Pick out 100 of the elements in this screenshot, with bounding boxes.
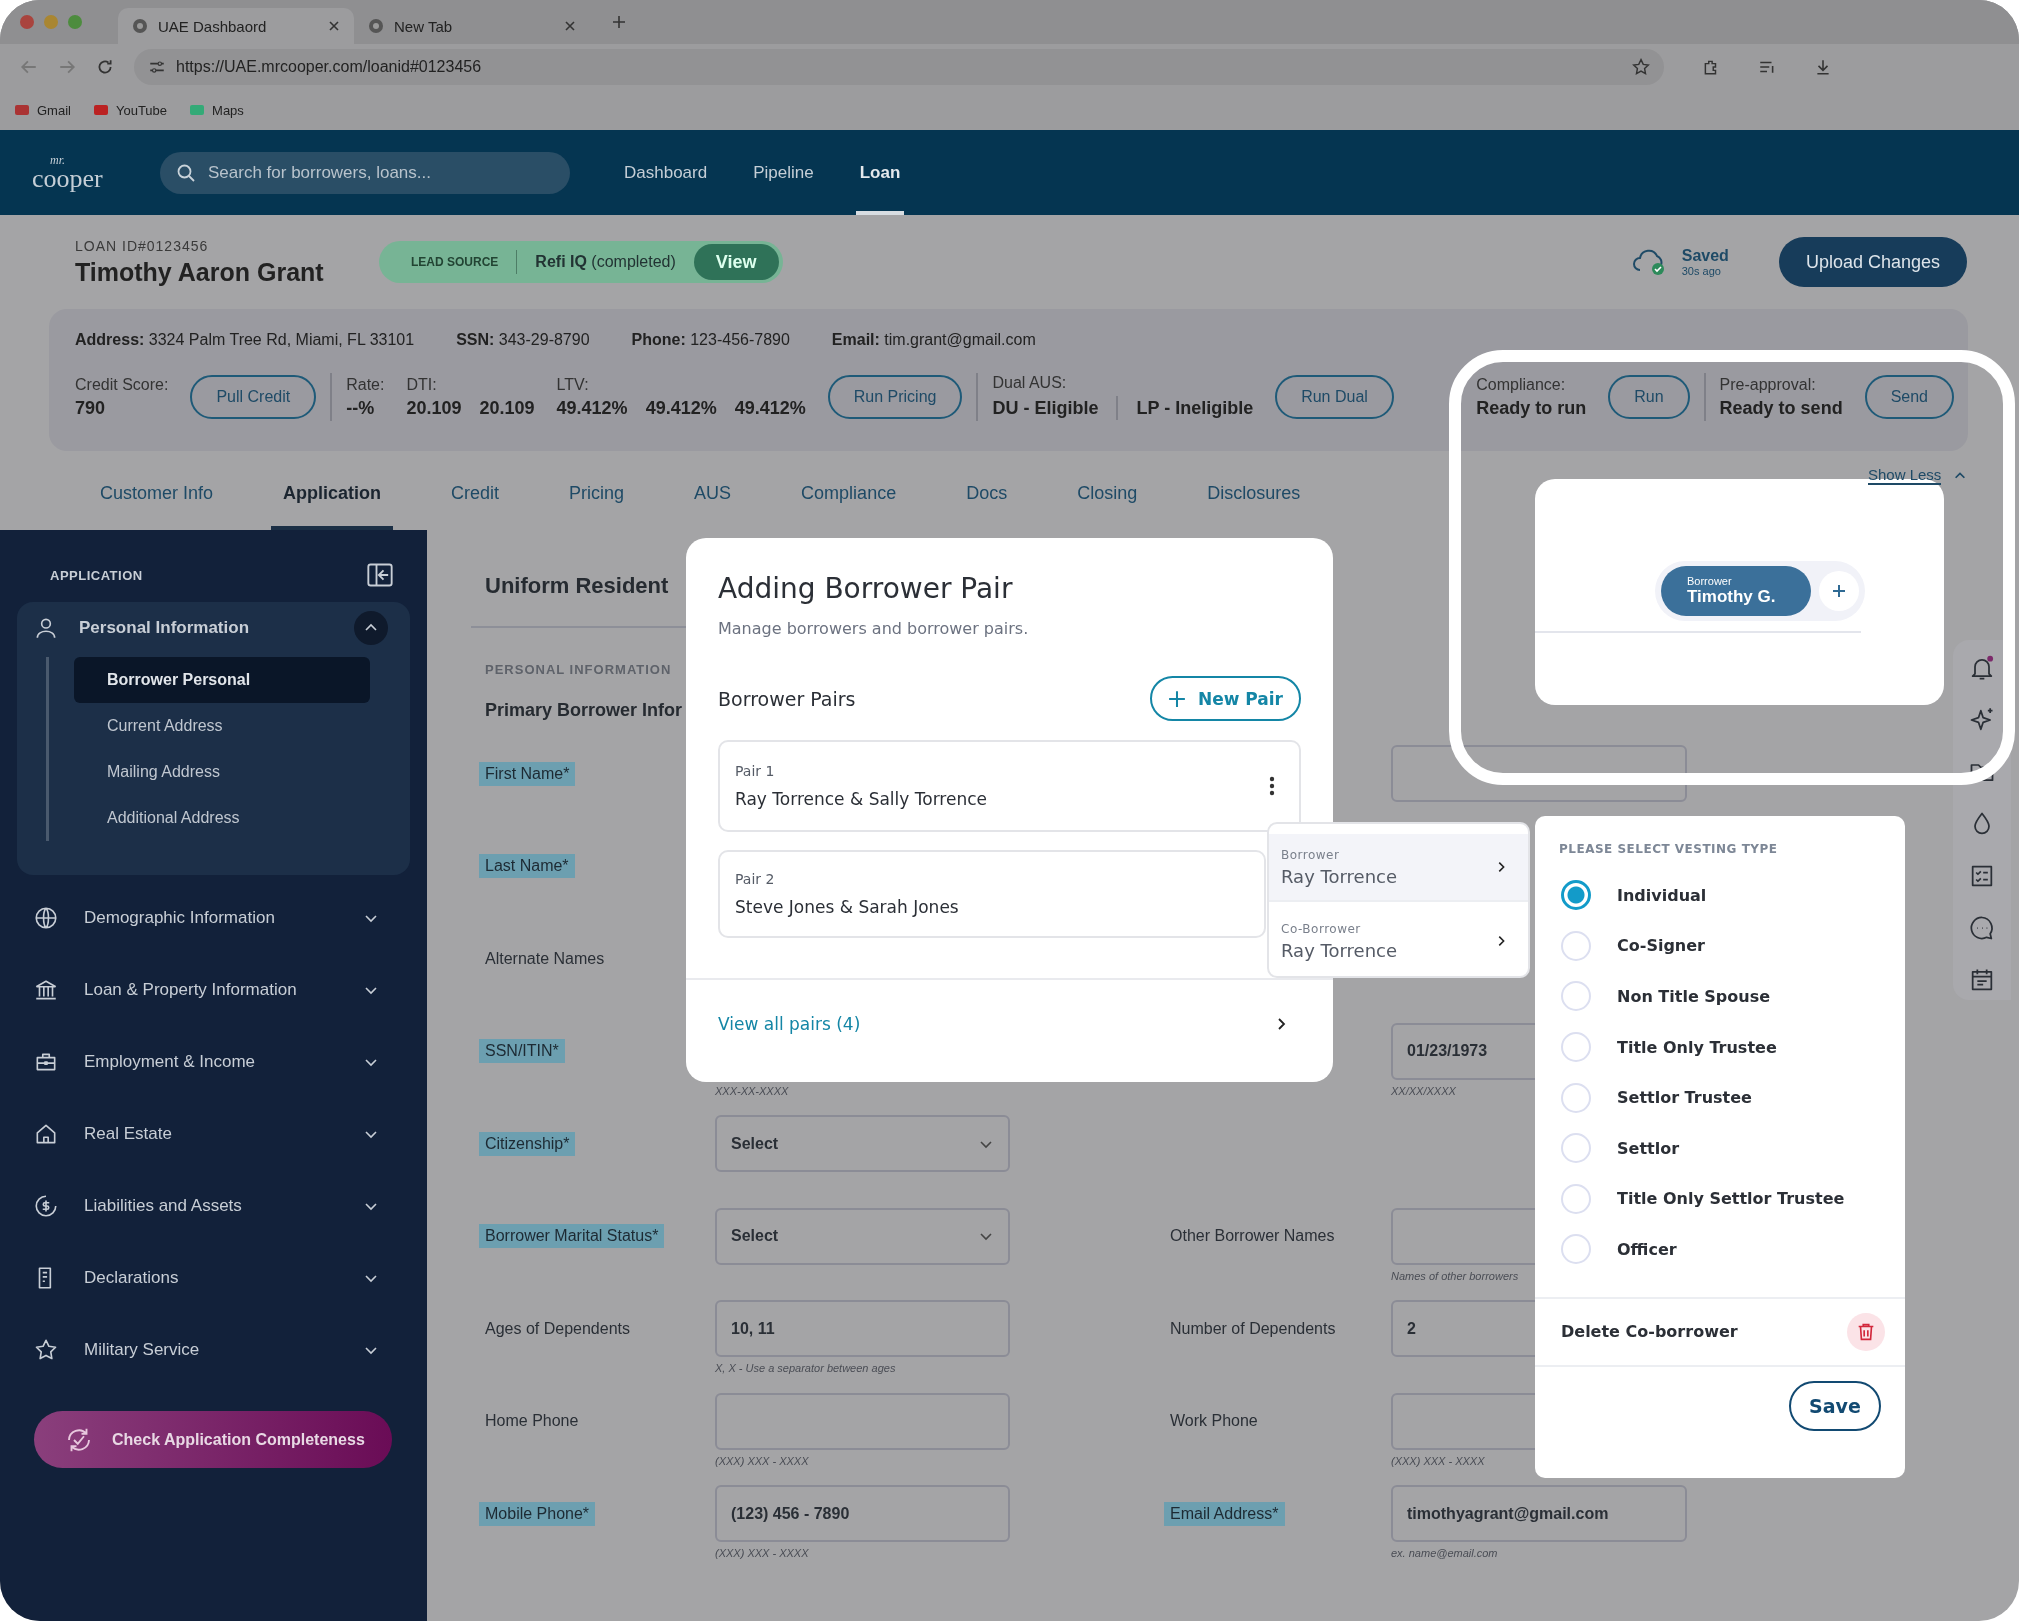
action-button[interactable]: Run <box>1608 375 1690 419</box>
site-settings-icon[interactable] <box>148 58 166 76</box>
vesting-option[interactable]: Title Only Trustee <box>1561 1021 1905 1073</box>
sidebar-subitem[interactable]: Mailing Address <box>74 749 370 795</box>
sidebar-section[interactable]: Declarations <box>17 1242 410 1314</box>
view-all-pairs-link[interactable]: View all pairs (4) <box>718 1014 1301 1034</box>
vesting-option[interactable]: Co-Signer <box>1561 920 1905 972</box>
metric-label: Credit Score: <box>75 375 169 394</box>
nav-link[interactable]: Pipeline <box>749 130 818 215</box>
sidebar-section[interactable]: Employment & Income <box>17 1026 410 1098</box>
vesting-option[interactable]: Settlor Trustee <box>1561 1072 1905 1123</box>
bookmark-link[interactable]: Gmail <box>14 102 71 118</box>
section-tab[interactable]: Docs <box>954 467 1020 530</box>
metric-label: Rate: <box>346 375 385 394</box>
reload-icon[interactable] <box>96 58 114 76</box>
nav-link[interactable]: Dashboard <box>620 130 712 215</box>
metric-value: Ready to send <box>1719 397 1843 419</box>
section-tab[interactable]: Customer Info <box>88 467 226 530</box>
action-button[interactable]: Send <box>1864 375 1954 419</box>
detail-text: Phone: 123-456-7890 <box>631 331 790 349</box>
sidebar-section[interactable]: Real Estate <box>17 1098 410 1170</box>
save-button[interactable]: Save <box>1789 1380 1881 1431</box>
metric-label: Dual AUS: <box>992 374 1068 392</box>
plus-icon <box>1831 583 1847 599</box>
field-label: Alternate Names <box>484 948 606 969</box>
collapse-sidebar-icon[interactable] <box>366 561 394 589</box>
chat-icon[interactable] <box>1968 914 1996 942</box>
more-options-icon[interactable] <box>1269 776 1275 796</box>
section-tab[interactable]: Disclosures <box>1195 467 1313 530</box>
section-tab[interactable]: Pricing <box>557 467 637 530</box>
saved-status: Saved <box>1681 247 1729 265</box>
section-tab[interactable]: AUS <box>682 467 744 530</box>
add-borrower-button[interactable] <box>1819 571 1859 611</box>
metric-value: DU - Eligible <box>992 397 1099 419</box>
browser-tab[interactable]: New Tab <box>354 8 590 44</box>
bookmark-star-icon[interactable] <box>1632 58 1650 76</box>
panel-title: PLEASE SELECT VESTING TYPE <box>1558 841 1779 856</box>
vesting-option[interactable]: Officer <box>1561 1224 1905 1275</box>
action-button[interactable]: Run Pricing <box>827 375 963 419</box>
field-label: Mobile Phone* <box>479 1501 596 1526</box>
sidebar-section[interactable]: Loan & Property Information <box>17 954 410 1026</box>
borrower-menu-item[interactable]: Borrower Ray Torrence <box>1269 834 1528 902</box>
form-title: Uniform Resident <box>485 572 669 600</box>
sidebar-section[interactable]: Demographic Information <box>17 882 410 954</box>
nav-link[interactable]: Loan <box>855 130 905 215</box>
field-label: Citizenship* <box>479 1131 576 1156</box>
bookmark-link[interactable]: YouTube <box>92 102 168 118</box>
input-field[interactable]: Select <box>715 1207 1010 1265</box>
helper-text: (XXX) XXX - XXXX <box>715 1454 810 1467</box>
lead-source-label: LEAD SOURCE <box>411 255 499 269</box>
section-tab[interactable]: Compliance <box>789 467 909 530</box>
field-label: Borrower Marital Status* <box>479 1224 665 1248</box>
vesting-option[interactable]: Title Only Settlor Trustee <box>1561 1173 1905 1225</box>
borrower-name: Timothy Aaron Grant <box>75 257 325 287</box>
new-tab-icon[interactable] <box>612 15 626 29</box>
dialog-subtitle: Manage borrowers and borrower pairs. <box>718 619 1030 638</box>
address-bar[interactable]: https://UAE.mrcooper.com/loanid#0123456 <box>134 49 1664 85</box>
sidebar-section[interactable]: Military Service <box>17 1314 410 1386</box>
section-tab[interactable]: Closing <box>1065 467 1150 530</box>
borrower-menu-item[interactable]: Co-Borrower Ray Torrence <box>1269 908 1528 974</box>
upload-changes-button[interactable]: Upload Changes <box>1778 237 1967 287</box>
sidebar-section[interactable]: Personal Information <box>17 608 410 648</box>
show-less-link[interactable]: Show Less <box>1868 466 1942 485</box>
download-icon[interactable] <box>1814 58 1832 76</box>
pair-card[interactable]: Pair 1 Ray Torrence & Sally Torrence <box>718 740 1301 832</box>
bookmark-link[interactable]: Maps <box>189 102 244 118</box>
close-icon[interactable] <box>564 20 576 32</box>
sidebar-section[interactable]: Liabilities and Assets <box>17 1170 410 1242</box>
close-icon[interactable] <box>328 20 340 32</box>
browser-tab[interactable]: UAE Dashbaord <box>118 8 354 44</box>
trash-icon[interactable] <box>1847 1312 1885 1351</box>
sidebar-subitem[interactable]: Additional Address <box>74 795 370 841</box>
action-button[interactable]: Pull Credit <box>190 375 317 419</box>
helper-text: XXX-XX-XXXX <box>715 1084 790 1097</box>
input-field[interactable]: (123) 456 - 7890 <box>715 1485 1010 1542</box>
metric-value: 20.109 <box>479 397 535 419</box>
input-field[interactable] <box>715 1392 1010 1450</box>
detail-text: Address: 3324 Palm Tree Rd, Miami, FL 33101 <box>75 331 415 349</box>
view-button[interactable]: View <box>693 244 779 280</box>
vesting-option[interactable]: Settlor <box>1561 1122 1905 1174</box>
input-field[interactable]: Select <box>715 1115 1010 1172</box>
pair-card[interactable]: Pair 2 Steve Jones & Sarah Jones <box>718 850 1266 938</box>
input-field[interactable] <box>1391 745 1687 802</box>
sidebar-subitem[interactable]: Current Address <box>74 703 370 749</box>
helper-text: Names of other borrowers <box>1391 1269 1520 1282</box>
search-field[interactable]: Search for borrowers, loans... <box>160 151 570 194</box>
logo-wordmark: cooper <box>32 165 104 192</box>
input-field[interactable]: timothyagrant@gmail.com <box>1391 1485 1687 1542</box>
check-completeness-button[interactable]: Check Application Completeness <box>34 1411 392 1468</box>
vesting-option[interactable]: Individual <box>1561 870 1905 921</box>
new-pair-button[interactable]: New Pair <box>1149 676 1301 721</box>
action-button[interactable]: Run Dual <box>1275 375 1394 419</box>
input-field[interactable]: 10, 11 <box>715 1300 1010 1357</box>
detail-text: SSN: 343-29-8790 <box>456 331 590 349</box>
vesting-option[interactable]: Non Title Spouse <box>1561 971 1905 1022</box>
borrower-chip[interactable]: Borrower Timothy G. <box>1661 566 1811 616</box>
chevron-icon[interactable] <box>354 611 388 645</box>
metric-label: LTV: <box>556 375 590 394</box>
section-tab[interactable]: Credit <box>439 467 512 530</box>
sidebar-subitem[interactable]: Borrower Personal <box>74 657 370 703</box>
